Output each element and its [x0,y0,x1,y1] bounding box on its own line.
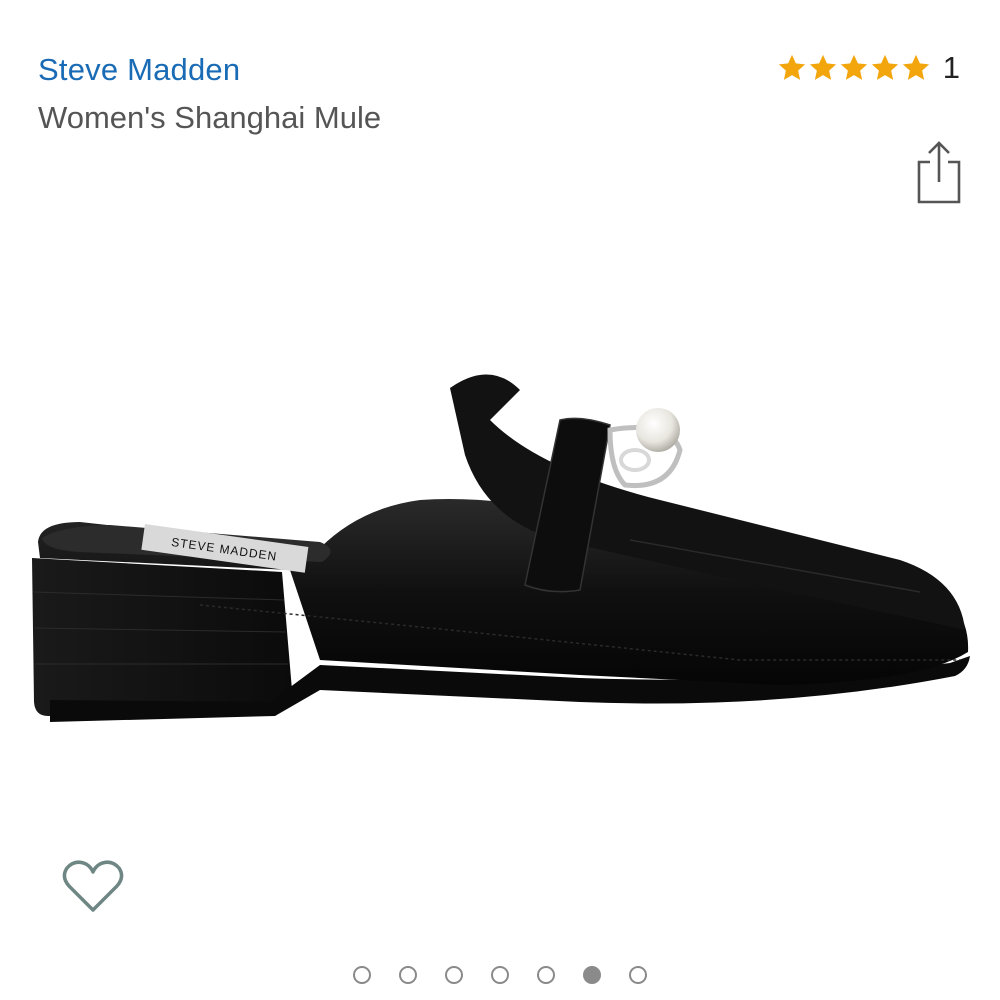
star-icon [809,54,836,80]
shoe-heel [32,558,292,716]
carousel-dot[interactable] [537,966,555,984]
product-image[interactable]: STEVE MADDEN [20,330,980,750]
rating-count: 1 [942,50,960,85]
product-title: Women's Shanghai Mule [38,100,382,135]
rating-summary[interactable]: 1 [777,50,960,86]
share-icon [917,141,961,204]
share-button[interactable] [914,140,964,206]
wishlist-button[interactable] [62,858,124,914]
carousel-dot[interactable] [445,966,463,984]
pearl-ornament [636,408,680,452]
carousel-dot[interactable] [629,966,647,984]
star-icon [778,54,805,80]
star-icon [902,54,929,80]
carousel-dots [0,966,1000,984]
star-icon [840,54,867,80]
star-icon [871,54,898,80]
carousel-dot[interactable] [399,966,417,984]
carousel-dot[interactable] [583,966,601,984]
brand-link[interactable]: Steve Madden [38,52,240,88]
carousel-dot[interactable] [353,966,371,984]
carousel-dot[interactable] [491,966,509,984]
heart-outline-icon [62,860,124,912]
star-rating [777,53,931,83]
